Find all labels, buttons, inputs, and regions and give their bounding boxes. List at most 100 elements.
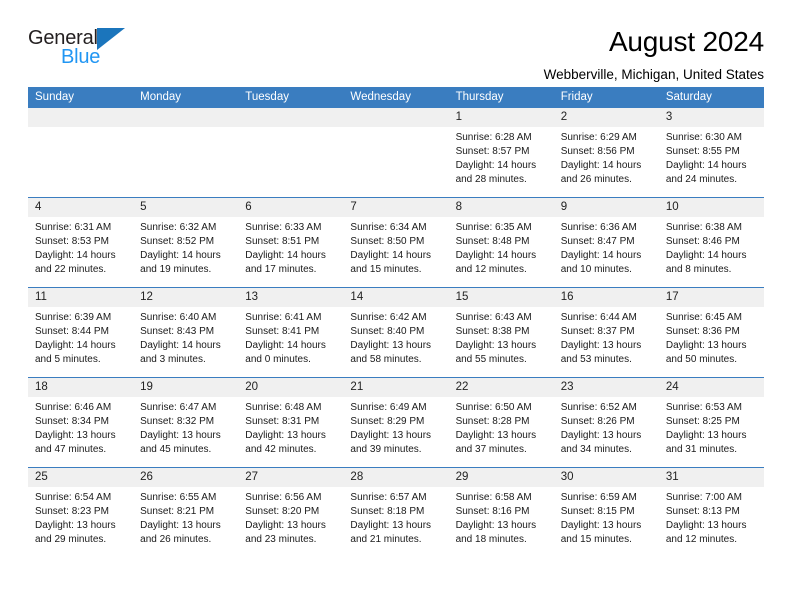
calendar-day-cell[interactable]: 22 Sunrise: 6:50 AM Sunset: 8:28 PM Dayligh… [448,377,554,468]
sunset-text: Sunset: 8:18 PM [350,506,425,517]
calendar-day-cell[interactable]: 2 Sunrise: 6:29 AM Sunset: 8:56 PM Daylight… [553,107,659,198]
day-number: 1 [448,108,554,127]
calendar-day-cell[interactable]: 29 Sunrise: 6:58 AM Sunset: 8:16 PM Dayligh… [448,467,554,558]
daylight-text-line1: Daylight: 13 hours [350,340,432,351]
daylight-text-line2: and 17 minutes. [245,264,317,275]
sunrise-text: Sunrise: 6:55 AM [140,492,217,503]
day-sun-info: Sunrise: 6:29 AM Sunset: 8:56 PM Daylight:… [554,127,659,187]
sunrise-text: Sunrise: 6:44 AM [560,312,637,323]
day-number: 15 [448,288,554,307]
daylight-text-line2: and 31 minutes. [665,444,738,455]
daylight-text-line2: and 50 minutes. [665,354,738,365]
sunrise-text: Sunrise: 6:49 AM [350,402,427,413]
daylight-text-line1: Daylight: 13 hours [455,430,537,441]
calendar-day-cell[interactable]: 16 Sunrise: 6:44 AM Sunset: 8:37 PM Dayligh… [553,287,659,378]
daylight-text-line1: Daylight: 13 hours [665,520,747,531]
calendar-day-cell[interactable]: 18 Sunrise: 6:46 AM Sunset: 8:34 PM Dayligh… [28,377,134,468]
sunrise-text: Sunrise: 6:35 AM [455,222,532,233]
calendar-day-cell[interactable]: 11 Sunrise: 6:39 AM Sunset: 8:44 PM Dayligh… [28,287,134,378]
calendar-day-cell[interactable]: 23 Sunrise: 6:52 AM Sunset: 8:26 PM Dayligh… [553,377,659,468]
day-sun-info: Sunrise: 6:45 AM Sunset: 8:36 PM Daylight:… [659,307,764,367]
sunrise-text: Sunrise: 6:56 AM [245,492,322,503]
calendar-day-cell[interactable]: 28 Sunrise: 6:57 AM Sunset: 8:18 PM Dayligh… [343,467,449,558]
day-number: 12 [133,288,239,307]
day-sun-info: Sunrise: 6:30 AM Sunset: 8:55 PM Daylight:… [659,127,764,187]
calendar-day-cell[interactable]: 12 Sunrise: 6:40 AM Sunset: 8:43 PM Dayligh… [133,287,239,378]
day-number: 7 [343,198,449,217]
daylight-text-line1: Daylight: 14 hours [140,340,221,351]
calendar-day-cell[interactable]: 3 Sunrise: 6:30 AM Sunset: 8:55 PM Daylight… [658,107,764,198]
sunrise-text: Sunrise: 6:45 AM [665,312,742,323]
day-number: 3 [658,108,764,127]
calendar-day-cell[interactable]: 27 Sunrise: 6:56 AM Sunset: 8:20 PM Dayligh… [238,467,344,558]
calendar-day-cell[interactable]: 8 Sunrise: 6:35 AM Sunset: 8:48 PM Daylight… [448,197,554,288]
brand-logo[interactable]: General Blue [28,24,148,67]
sunrise-text: Sunrise: 6:47 AM [140,402,217,413]
calendar-day-cell[interactable]: 31 Sunrise: 7:00 AM Sunset: 8:13 PM Dayligh… [658,467,764,558]
calendar-week-row: 25 Sunrise: 6:54 AM Sunset: 8:23 PM Dayligh… [28,467,764,558]
calendar-day-cell[interactable]: 24 Sunrise: 6:53 AM Sunset: 8:25 PM Dayligh… [658,377,764,468]
brand-name-blue: Blue [61,46,101,68]
day-number: 23 [553,378,659,397]
calendar-week-row: 18 Sunrise: 6:46 AM Sunset: 8:34 PM Dayligh… [28,377,764,468]
calendar-cell-empty [238,107,344,198]
sunset-text: Sunset: 8:46 PM [665,236,740,247]
calendar-day-cell[interactable]: 17 Sunrise: 6:45 AM Sunset: 8:36 PM Dayligh… [658,287,764,378]
day-number [133,108,239,127]
sunset-text: Sunset: 8:26 PM [560,416,635,427]
calendar-day-cell[interactable]: 25 Sunrise: 6:54 AM Sunset: 8:23 PM Dayligh… [28,467,134,558]
weekday-header-monday: Monday [133,87,239,108]
sunrise-text: Sunrise: 6:34 AM [350,222,427,233]
sunset-text: Sunset: 8:32 PM [140,416,215,427]
daylight-text-line2: and 22 minutes. [35,264,107,275]
daylight-text-line2: and 39 minutes. [350,444,422,455]
calendar-day-cell[interactable]: 7 Sunrise: 6:34 AM Sunset: 8:50 PM Daylight… [343,197,449,288]
calendar-cell-empty [28,107,134,198]
sunrise-text: Sunrise: 6:40 AM [140,312,217,323]
calendar-day-cell[interactable]: 9 Sunrise: 6:36 AM Sunset: 8:47 PM Daylight… [553,197,659,288]
calendar-day-cell[interactable]: 20 Sunrise: 6:48 AM Sunset: 8:31 PM Dayligh… [238,377,344,468]
daylight-text-line2: and 28 minutes. [455,174,527,185]
daylight-text-line2: and 34 minutes. [560,444,632,455]
calendar-day-cell[interactable]: 26 Sunrise: 6:55 AM Sunset: 8:21 PM Dayligh… [133,467,239,558]
calendar-day-cell[interactable]: 4 Sunrise: 6:31 AM Sunset: 8:53 PM Daylight… [28,197,134,288]
daylight-text-line1: Daylight: 13 hours [140,430,221,441]
daylight-text-line1: Daylight: 13 hours [35,520,116,531]
calendar-day-cell[interactable]: 1 Sunrise: 6:28 AM Sunset: 8:57 PM Daylight… [448,107,554,198]
calendar-day-cell[interactable]: 19 Sunrise: 6:47 AM Sunset: 8:32 PM Dayligh… [133,377,239,468]
sunset-text: Sunset: 8:40 PM [350,326,425,337]
sunrise-text: Sunrise: 6:59 AM [560,492,637,503]
day-sun-info: Sunrise: 6:48 AM Sunset: 8:31 PM Daylight:… [238,397,343,457]
day-sun-info: Sunrise: 6:57 AM Sunset: 8:18 PM Daylight:… [343,487,448,547]
daylight-text-line2: and 15 minutes. [560,534,632,545]
sunrise-text: Sunrise: 6:39 AM [35,312,112,323]
calendar-day-cell[interactable]: 30 Sunrise: 6:59 AM Sunset: 8:15 PM Dayligh… [553,467,659,558]
calendar-day-cell[interactable]: 10 Sunrise: 6:38 AM Sunset: 8:46 PM Dayligh… [658,197,764,288]
sunrise-text: Sunrise: 6:53 AM [665,402,742,413]
calendar-day-cell[interactable]: 14 Sunrise: 6:42 AM Sunset: 8:40 PM Dayligh… [343,287,449,378]
calendar-day-cell[interactable]: 6 Sunrise: 6:33 AM Sunset: 8:51 PM Daylight… [238,197,344,288]
daylight-text-line1: Daylight: 13 hours [350,520,432,531]
day-sun-info: Sunrise: 6:56 AM Sunset: 8:20 PM Daylight:… [238,487,343,547]
daylight-text-line2: and 8 minutes. [665,264,732,275]
daylight-text-line1: Daylight: 14 hours [665,160,747,171]
calendar-day-cell[interactable]: 5 Sunrise: 6:32 AM Sunset: 8:52 PM Daylight… [133,197,239,288]
sunset-text: Sunset: 8:50 PM [350,236,425,247]
calendar-day-cell[interactable]: 21 Sunrise: 6:49 AM Sunset: 8:29 PM Dayligh… [343,377,449,468]
calendar-week-row: 11 Sunrise: 6:39 AM Sunset: 8:44 PM Dayligh… [28,287,764,378]
weekday-header-saturday: Saturday [658,87,764,108]
day-number: 28 [343,468,449,487]
sunset-text: Sunset: 8:44 PM [35,326,109,337]
day-sun-info: Sunrise: 6:40 AM Sunset: 8:43 PM Daylight:… [133,307,238,367]
calendar-week-row: 4 Sunrise: 6:31 AM Sunset: 8:53 PM Daylight… [28,197,764,288]
sunrise-text: Sunrise: 6:52 AM [560,402,637,413]
daylight-text-line1: Daylight: 14 hours [35,340,116,351]
day-number: 9 [553,198,659,217]
calendar-day-cell[interactable]: 15 Sunrise: 6:43 AM Sunset: 8:38 PM Dayligh… [448,287,554,378]
sunset-text: Sunset: 8:16 PM [455,506,530,517]
sunset-text: Sunset: 8:48 PM [455,236,530,247]
day-sun-info: Sunrise: 6:46 AM Sunset: 8:34 PM Daylight:… [28,397,133,457]
page-header: General Blue August 2024 Webberville, Mi… [28,0,764,82]
sunset-text: Sunset: 8:37 PM [560,326,635,337]
calendar-day-cell[interactable]: 13 Sunrise: 6:41 AM Sunset: 8:41 PM Dayligh… [238,287,344,378]
